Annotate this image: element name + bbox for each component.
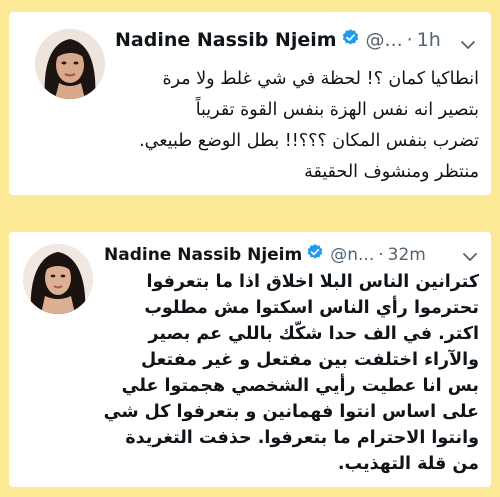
tweet-card-1[interactable]: Nadine Nassib Njeim @... · 1h انطاكيا كم… xyxy=(9,12,491,195)
tweet-text: كترانين الناس البلا اخلاق اذا ما بتعرفوا… xyxy=(103,272,479,474)
chevron-down-icon xyxy=(463,253,477,261)
author-name[interactable]: Nadine Nassib Njeim xyxy=(104,245,302,265)
separator-dot: · xyxy=(378,244,384,265)
separator-dot: · xyxy=(406,29,413,51)
author-handle[interactable]: @... xyxy=(366,29,403,51)
author-name[interactable]: Nadine Nassib Njeim xyxy=(115,29,337,51)
tweet-card-2[interactable]: Nadine Nassib Njeim @n... · 32m كترانين … xyxy=(9,232,491,487)
verified-badge-icon xyxy=(341,28,360,52)
more-options-button[interactable] xyxy=(461,248,479,266)
tweet-text: انطاكيا كمان ؟! لحظة في شي غلط ولا مرة ب… xyxy=(139,69,479,182)
tweet-time[interactable]: 1h xyxy=(417,29,441,51)
tweet-header: Nadine Nassib Njeim @... · 1h xyxy=(115,28,441,52)
author-handle[interactable]: @n... xyxy=(330,245,374,265)
more-options-button[interactable] xyxy=(459,36,477,54)
tweet-time[interactable]: 32m xyxy=(388,245,426,265)
verified-badge-icon xyxy=(306,243,324,266)
chevron-down-icon xyxy=(461,41,475,49)
tweet-header: Nadine Nassib Njeim @n... · 32m xyxy=(104,243,426,266)
